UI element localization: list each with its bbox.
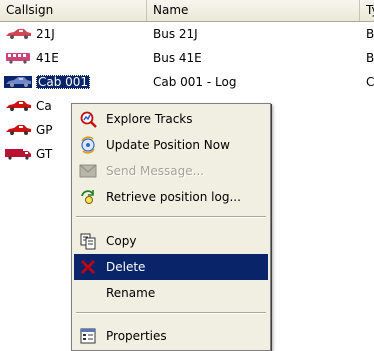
callsign-cell: 41E (4, 46, 144, 70)
copy-icon (80, 233, 96, 250)
menu-item-send-message[interactable]: Send Message... (74, 158, 268, 184)
menu-item-rename[interactable]: Rename (74, 280, 268, 306)
context-menu: Explore Tracks Update Position Now Send … (71, 103, 271, 351)
menu-item-label: Update Position Now (106, 138, 230, 152)
menu-item-retrieve-position-log[interactable]: Retrieve position log... (74, 184, 268, 210)
menu-item-label: Explore Tracks (106, 112, 193, 126)
delete-icon (81, 260, 95, 274)
table-row[interactable]: 21J Bus 21J Bus (0, 22, 374, 46)
list-header: Callsign Name Ty (0, 0, 374, 22)
properties-icon (80, 328, 96, 344)
menu-item-label: Copy (106, 234, 137, 248)
menu-item-delete[interactable]: Delete (74, 254, 268, 280)
column-header-type[interactable]: Ty (360, 0, 374, 21)
menu-item-label: Retrieve position log... (106, 190, 241, 204)
callsign-cell: 21J (4, 22, 144, 46)
type-cell: Bus (366, 27, 374, 41)
update-position-icon (81, 136, 95, 154)
name-cell: Bus 41E (153, 51, 202, 65)
callsign-text: GT (36, 147, 53, 161)
menu-separator (76, 312, 266, 314)
callsign-text: Cab 001 (36, 75, 91, 89)
menu-item-update-position-now[interactable]: Update Position Now (74, 132, 268, 158)
menu-item-copy[interactable]: Copy (74, 228, 268, 254)
menu-item-explore-tracks[interactable]: Explore Tracks (74, 106, 268, 132)
callsign-cell: Cab 001 (4, 70, 144, 94)
table-row[interactable]: 41E Bus 41E Bus (0, 46, 374, 70)
callsign-text: 21J (36, 27, 55, 41)
menu-item-properties[interactable]: Properties (74, 323, 268, 349)
car-icon (4, 75, 32, 88)
callsign-text: GP (36, 123, 53, 137)
explore-tracks-icon (80, 111, 97, 128)
send-message-icon (79, 164, 97, 178)
table-row-selected[interactable]: Cab 001 Cab 001 - Log Ca (0, 70, 374, 94)
column-header-callsign[interactable]: Callsign (0, 0, 147, 21)
car-icon (6, 28, 31, 39)
name-cell: Bus 21J (153, 27, 198, 41)
name-cell: Cab 001 - Log (153, 75, 237, 89)
retrieve-log-icon (81, 190, 94, 204)
car-icon (6, 100, 31, 111)
car-icon (6, 124, 31, 135)
callsign-text: 41E (36, 51, 59, 65)
menu-item-label: Rename (106, 286, 156, 300)
truck-icon (5, 148, 31, 160)
menu-item-label: Properties (106, 329, 167, 343)
column-header-name[interactable]: Name (147, 0, 360, 21)
menu-item-label: Delete (106, 260, 146, 274)
menu-separator (76, 216, 266, 218)
callsign-text: Ca (36, 99, 52, 113)
bus-icon (6, 52, 30, 64)
type-cell: Bus (366, 51, 374, 65)
type-cell: Ca (366, 75, 374, 89)
menu-item-label: Send Message... (106, 164, 205, 178)
